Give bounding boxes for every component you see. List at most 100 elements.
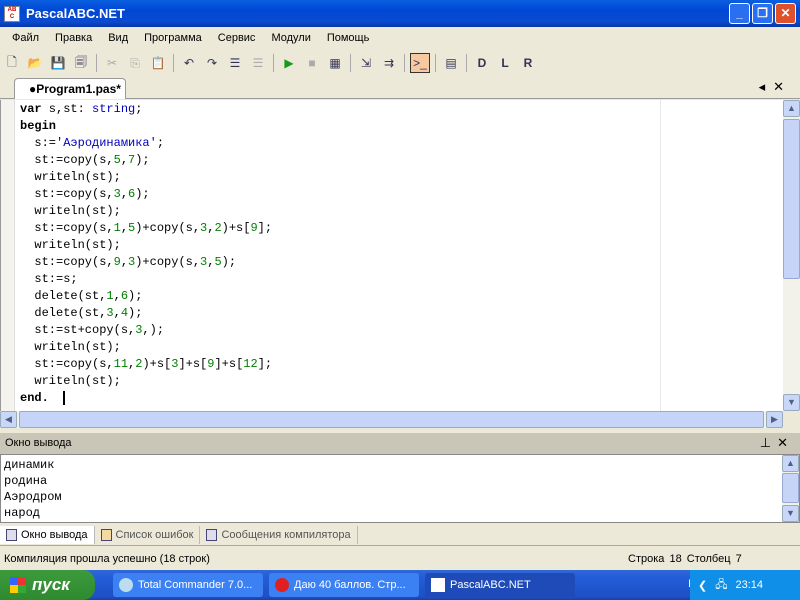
code-token: st:=copy(s,: [20, 221, 114, 235]
task-total-commander[interactable]: Total Commander 7.0...: [113, 573, 263, 597]
system-tray: ❮ 🖧 23:14: [690, 570, 800, 600]
tab-compiler-messages[interactable]: Сообщения компилятора: [200, 525, 358, 544]
menu-edit[interactable]: Правка: [47, 32, 100, 44]
open-icon[interactable]: 📂: [25, 53, 45, 73]
code-token: writeln(st);: [20, 374, 121, 388]
save-all-icon[interactable]: 🗐: [71, 53, 91, 73]
code-line: st:=copy(s,3,6);: [20, 186, 272, 203]
module-r-icon[interactable]: R: [518, 53, 538, 73]
redo-icon[interactable]: ↷: [202, 53, 222, 73]
output-scroll-up[interactable]: ▲: [782, 455, 799, 472]
paste-icon[interactable]: 📋: [148, 53, 168, 73]
code-token: delete(st,: [20, 289, 107, 303]
code-token: s:=: [20, 136, 57, 150]
code-line: st:=s;: [20, 271, 272, 288]
tray-expand-icon[interactable]: ❮: [698, 579, 707, 592]
code-token: )+s[: [142, 357, 172, 371]
messages-icon: [206, 528, 218, 541]
code-text[interactable]: var s,st: string; begin s:='Аэродинамика'…: [20, 101, 272, 407]
toolbar: 🗋 📂 💾 🗐 ✂ ⎘ 📋 ↶ ↷ ☰ ☰ ▶ ■ ▦ ⇲ ⇉ >_ ▤ D L…: [0, 50, 800, 76]
minimize-button[interactable]: _: [729, 3, 750, 24]
code-token: delete(st,: [20, 306, 107, 320]
code-token: writeln(st);: [20, 340, 121, 354]
code-token: writeln(st);: [20, 170, 121, 184]
output-panel-header: Окно вывода ⊥✕: [0, 433, 800, 454]
row-value: 18: [669, 553, 682, 565]
hscroll-thumb[interactable]: [19, 411, 764, 428]
cut-icon[interactable]: ✂: [102, 53, 122, 73]
tab-program1[interactable]: ●Program1.pas*: [14, 78, 126, 99]
row-label: Строка: [628, 553, 665, 565]
menu-file[interactable]: Файл: [4, 32, 47, 44]
step-into-icon[interactable]: ⇲: [356, 53, 376, 73]
output-close-icon[interactable]: ✕: [777, 435, 794, 450]
step-over-icon[interactable]: ⇉: [379, 53, 399, 73]
code-token: );: [128, 306, 143, 320]
stop-icon[interactable]: ■: [302, 53, 322, 73]
code-token: end.: [20, 391, 49, 405]
tab-errors[interactable]: Список ошибок: [95, 525, 201, 544]
code-token: 11: [113, 357, 129, 371]
module-l-icon[interactable]: L: [495, 53, 515, 73]
code-token: writeln(st);: [20, 204, 121, 218]
maximize-button[interactable]: ❐: [752, 3, 773, 24]
output-scrollbar[interactable]: ▲ ▼: [782, 455, 799, 522]
editor-gutter: [1, 100, 15, 411]
editor-horizontal-scrollbar[interactable]: ◀ ▶: [0, 411, 783, 428]
code-token: writeln(st);: [20, 238, 121, 252]
tab-list-icon[interactable]: ◂: [759, 79, 774, 94]
module-d-icon[interactable]: D: [472, 53, 492, 73]
status-message: Компиляция прошла успешно (18 строк): [4, 553, 210, 565]
run-icon[interactable]: ▶: [279, 53, 299, 73]
task-opera[interactable]: Даю 40 баллов. Стр...: [269, 573, 419, 597]
scroll-up-button[interactable]: ▲: [783, 100, 800, 117]
code-token: ];: [257, 221, 273, 235]
menu-program[interactable]: Программа: [136, 32, 210, 44]
copy-icon[interactable]: ⎘: [125, 53, 145, 73]
menu-service[interactable]: Сервис: [210, 32, 264, 44]
code-token: 9: [113, 255, 121, 269]
output-window-icon[interactable]: >_: [410, 53, 430, 73]
code-token: st:=s;: [20, 272, 78, 286]
pin-icon[interactable]: ⊥: [760, 435, 777, 450]
output-line: народ: [4, 506, 41, 520]
scroll-right-button[interactable]: ▶: [766, 411, 783, 428]
output-window[interactable]: динамик родина Аэродром народ ▲ ▼: [0, 454, 800, 523]
code-line: s:='Аэродинамика';: [20, 135, 272, 152]
output-scroll-thumb[interactable]: [782, 473, 799, 503]
debug-icon[interactable]: ▦: [325, 53, 345, 73]
undo-icon[interactable]: ↶: [179, 53, 199, 73]
tab-output[interactable]: Окно вывода: [0, 525, 95, 544]
close-button[interactable]: ✕: [775, 3, 796, 24]
network-icon[interactable]: 🖧: [715, 576, 727, 595]
code-line: delete(st,1,6);: [20, 288, 272, 305]
code-line: delete(st,3,4);: [20, 305, 272, 322]
editor-vertical-scrollbar[interactable]: ▲ ▼: [783, 100, 800, 411]
start-button[interactable]: пуск: [0, 570, 95, 600]
start-label: пуск: [32, 575, 70, 594]
new-file-icon[interactable]: 🗋: [2, 53, 22, 73]
code-editor[interactable]: var s,st: string; begin s:='Аэродинамика'…: [0, 100, 783, 411]
output-scroll-down[interactable]: ▼: [782, 505, 799, 522]
code-token: )+copy(s,: [135, 255, 201, 269]
code-token: 5: [214, 255, 222, 269]
code-token: string: [92, 102, 136, 116]
menu-modules[interactable]: Модули: [263, 32, 318, 44]
unformat-icon[interactable]: ☰: [248, 53, 268, 73]
code-token: 3: [113, 187, 121, 201]
tab-close-icon[interactable]: ✕: [773, 79, 792, 94]
total-commander-icon: [119, 578, 133, 592]
save-icon[interactable]: 💾: [48, 53, 68, 73]
scroll-down-button[interactable]: ▼: [783, 394, 800, 411]
menu-help[interactable]: Помощь: [319, 32, 378, 44]
code-token: ,);: [142, 323, 165, 337]
menu-view[interactable]: Вид: [100, 32, 136, 44]
format-icon[interactable]: ☰: [225, 53, 245, 73]
code-line: writeln(st);: [20, 169, 272, 186]
code-token: );: [135, 153, 150, 167]
scroll-left-button[interactable]: ◀: [0, 411, 17, 428]
task-pascalabc[interactable]: PascalABC.NET: [425, 573, 575, 597]
scroll-thumb[interactable]: [783, 119, 800, 279]
code-line: st:=copy(s,9,3)+copy(s,3,5);: [20, 254, 272, 271]
properties-icon[interactable]: ▤: [441, 53, 461, 73]
